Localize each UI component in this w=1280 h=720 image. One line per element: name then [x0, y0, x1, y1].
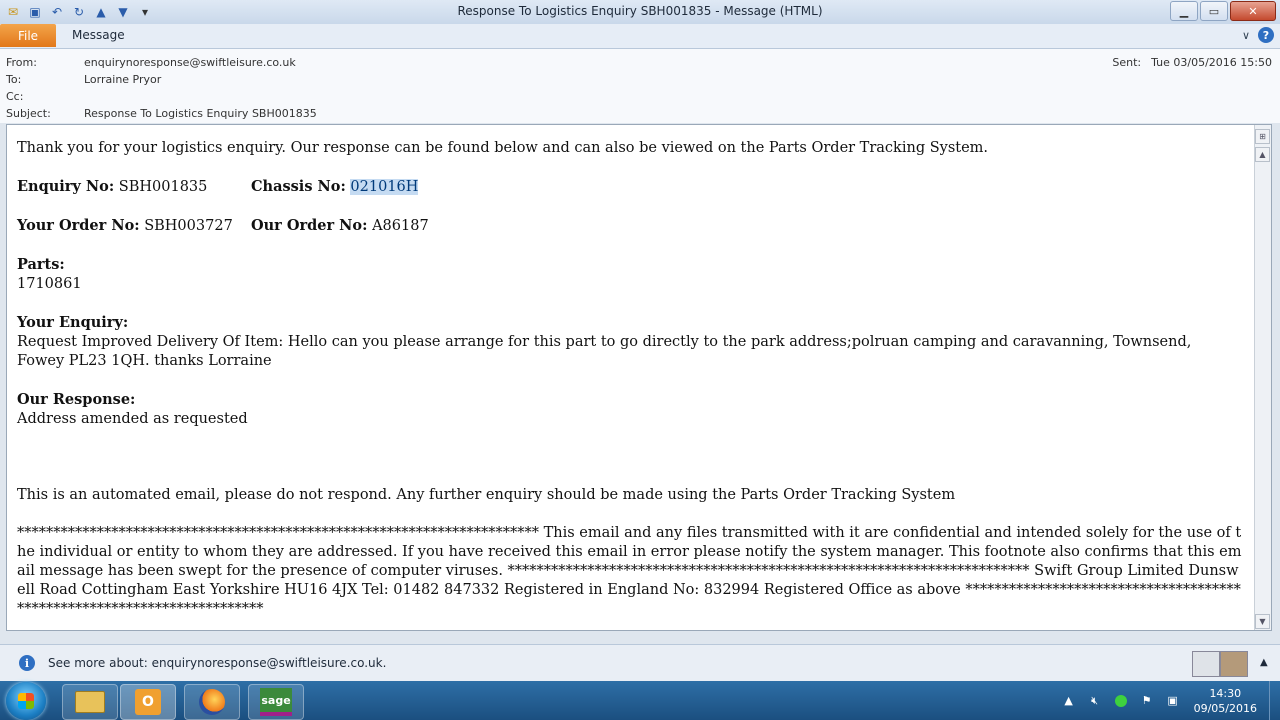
- show-hidden-icons-icon[interactable]: ▲: [1061, 693, 1077, 709]
- parts-label: Parts:: [17, 256, 65, 273]
- cc-label: Cc:: [6, 90, 24, 103]
- your-enquiry-label: Your Enquiry:: [17, 314, 129, 331]
- parts-value: 1710861: [17, 276, 82, 292]
- from-label: From:: [6, 56, 37, 69]
- sent-value: Tue 03/05/2016 15:50: [1151, 56, 1272, 69]
- email-footer: ****************************************…: [17, 525, 1242, 617]
- scroll-up-button[interactable]: ▲: [1255, 147, 1270, 162]
- our-order-label: Our Order No:: [251, 217, 368, 234]
- clock-time: 14:30: [1209, 686, 1242, 700]
- sent-info: Sent: Tue 03/05/2016 15:50: [1112, 56, 1272, 69]
- our-response-value: Address amended as requested: [17, 411, 248, 427]
- outlook-taskbar-button[interactable]: O: [120, 684, 176, 720]
- from-value[interactable]: enquirynoresponse@swiftleisure.co.uk: [84, 56, 296, 72]
- our-response-label: Our Response:: [17, 391, 136, 408]
- your-order-label: Your Order No:: [17, 217, 140, 234]
- firefox-icon: [199, 689, 225, 715]
- cc-row: Cc:: [6, 90, 84, 106]
- to-label: To:: [6, 73, 22, 86]
- maximize-button[interactable]: ▭: [1200, 1, 1228, 21]
- close-button[interactable]: ✕: [1230, 1, 1276, 21]
- status-green-icon[interactable]: [1113, 693, 1129, 709]
- collapse-pane-icon[interactable]: ▲: [1260, 657, 1268, 668]
- vertical-scrollbar[interactable]: ⊞ ▲ ▼: [1254, 125, 1271, 630]
- system-tray: ▲ 🔇︎ ⚑ ▣ 14:30 09/05/2016: [1056, 681, 1280, 720]
- enquiry-no-value: SBH001835: [118, 179, 208, 195]
- clock-date: 09/05/2016: [1193, 701, 1257, 715]
- tab-file[interactable]: File: [0, 24, 56, 47]
- volume-muted-icon[interactable]: 🔇︎: [1087, 693, 1103, 709]
- our-order-value: A86187: [372, 218, 429, 234]
- user-photo-avatar[interactable]: [1220, 651, 1248, 677]
- expand-ribbon-icon[interactable]: ∨: [1242, 29, 1250, 42]
- flag-icon[interactable]: ⚑: [1139, 693, 1155, 709]
- message-header: From: enquirynoresponse@swiftleisure.co.…: [0, 49, 1280, 123]
- enquiry-no-label: Enquiry No:: [17, 178, 115, 195]
- help-icon[interactable]: ?: [1258, 27, 1274, 43]
- subject-label: Subject:: [6, 107, 51, 120]
- zoom-icon[interactable]: ⊞: [1255, 129, 1270, 144]
- subject-value: Response To Logistics Enquiry SBH001835: [84, 107, 317, 120]
- explorer-taskbar-button[interactable]: [62, 684, 118, 720]
- folder-icon: [75, 691, 105, 713]
- tab-message[interactable]: Message: [72, 28, 125, 42]
- sage-icon: sage: [260, 688, 292, 716]
- your-order-value: SBH003727: [144, 218, 233, 234]
- window-controls: ▁ ▭ ✕: [1170, 1, 1276, 21]
- to-value[interactable]: Lorraine Pryor: [84, 73, 161, 89]
- contact-avatar-icon[interactable]: [1192, 651, 1220, 677]
- intro-text: Thank you for your logistics enquiry. Ou…: [17, 140, 989, 156]
- ribbon-controls: ∨ ?: [1242, 27, 1274, 43]
- chassis-no-label: Chassis No:: [251, 178, 346, 195]
- automated-note: This is an automated email, please do no…: [17, 487, 956, 503]
- scroll-down-button[interactable]: ▼: [1255, 614, 1270, 629]
- taskbar: O sage ▲ 🔇︎ ⚑ ▣ 14:30 09/05/2016: [0, 681, 1280, 720]
- sage-taskbar-button[interactable]: sage: [248, 684, 304, 720]
- message-body[interactable]: Thank you for your logistics enquiry. Ou…: [6, 124, 1272, 631]
- see-more-link[interactable]: See more about: enquirynoresponse@swiftl…: [48, 656, 386, 670]
- outlook-icon: O: [135, 689, 161, 715]
- info-icon: i: [19, 655, 35, 671]
- order-numbers-row: Your Order No: SBH003727 Our Order No: A…: [17, 216, 1243, 236]
- show-desktop-button[interactable]: [1269, 681, 1280, 720]
- people-pane: i See more about: enquirynoresponse@swif…: [0, 644, 1280, 682]
- chassis-no-value[interactable]: 021016H: [350, 179, 419, 195]
- your-enquiry-value: Request Improved Delivery Of Item: Hello…: [17, 334, 1192, 369]
- start-button[interactable]: [6, 682, 46, 720]
- minimize-button[interactable]: ▁: [1170, 1, 1198, 21]
- clock[interactable]: 14:30 09/05/2016: [1194, 686, 1257, 716]
- sent-label: Sent:: [1112, 56, 1142, 69]
- to-row: To: Lorraine Pryor: [6, 73, 161, 89]
- firefox-taskbar-button[interactable]: [184, 684, 240, 720]
- enquiry-chassis-row: Enquiry No: SBH001835 Chassis No: 021016…: [17, 177, 1243, 197]
- window-title: Response To Logistics Enquiry SBH001835 …: [457, 4, 823, 18]
- network-icon[interactable]: ▣: [1165, 693, 1181, 709]
- email-content: Thank you for your logistics enquiry. Ou…: [17, 139, 1243, 619]
- title-bar: ✉ ▣ ↶ ↻ ▲ ▼ ▾ Response To Logistics Enqu…: [0, 0, 1280, 25]
- ribbon: File Message ∨ ?: [0, 24, 1280, 49]
- from-row: From: enquirynoresponse@swiftleisure.co.…: [6, 56, 296, 72]
- subject-row: Subject: Response To Logistics Enquiry S…: [6, 107, 317, 123]
